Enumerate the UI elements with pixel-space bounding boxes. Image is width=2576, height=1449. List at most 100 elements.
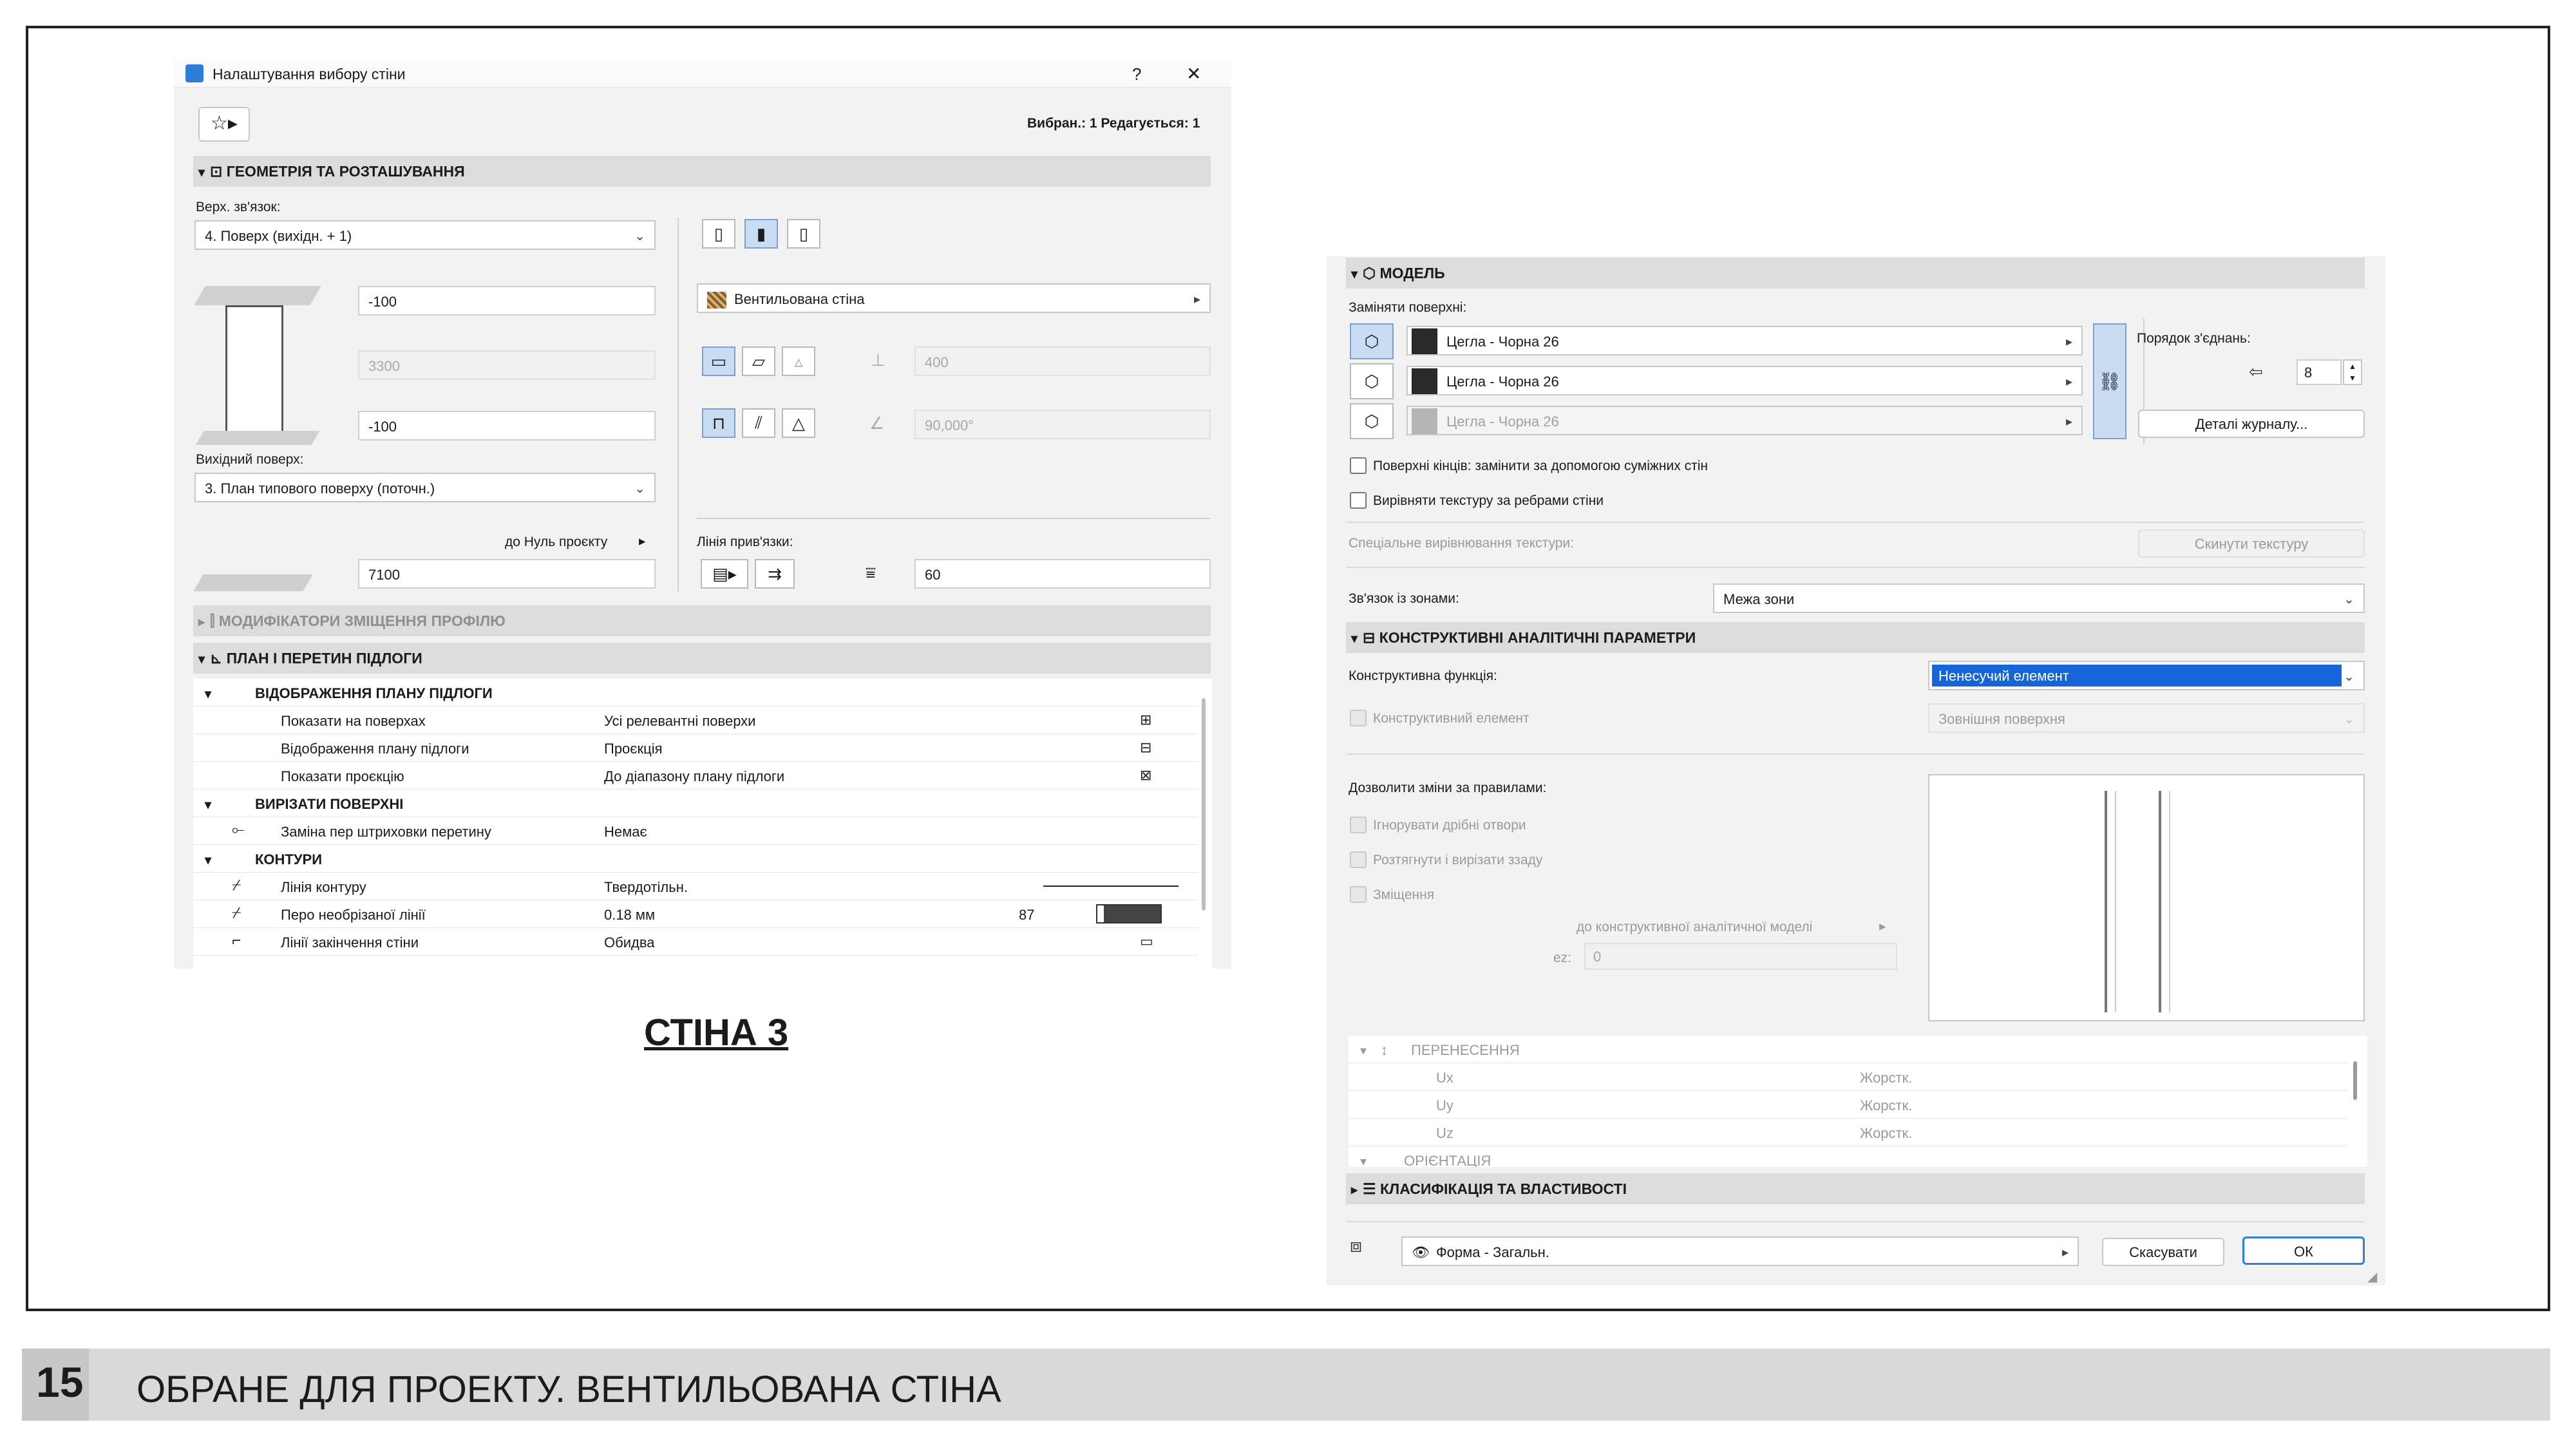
join-order-icon: ⇦: [2249, 362, 2263, 381]
triangle-right-icon: ▸: [2065, 415, 2072, 429]
to-project-zero-label[interactable]: до Нуль проєкту: [505, 535, 607, 550]
wall-vertical-icon[interactable]: ⊓: [702, 408, 735, 438]
structure-select[interactable]: Вентильована стіна ▸: [697, 283, 1211, 313]
table-row[interactable]: Показати проєкцію До діапазону плану під…: [193, 762, 1198, 790]
solid-line-sample: [1043, 886, 1179, 887]
ref-offset-input[interactable]: 60: [914, 559, 1211, 589]
wall-height-input[interactable]: 3300: [358, 350, 656, 380]
surface-inside-icon[interactable]: ⬡: [1350, 403, 1394, 439]
selected-option: Ненесучий елемент: [1932, 665, 2342, 687]
chevron-down-icon: ⌄: [2344, 712, 2354, 726]
offset-checkbox[interactable]: [1350, 886, 1367, 903]
app-icon: [185, 64, 204, 82]
allow-changes-label: Дозволити зміни за правилами:: [1349, 781, 1547, 795]
triangle-right-icon[interactable]: ▸: [639, 533, 646, 549]
structural-element-checkbox[interactable]: [1350, 710, 1367, 726]
wall-slanted-icon[interactable]: ⫽: [742, 408, 775, 438]
join-order-input[interactable]: 8: [2297, 359, 2342, 385]
ignore-openings-checkbox[interactable]: [1350, 817, 1367, 833]
align-texture-label: Вирівняти текстуру за ребрами стіни: [1373, 493, 1604, 508]
divider: [1346, 567, 2365, 568]
ok-button[interactable]: ОК: [2242, 1236, 2365, 1265]
zone-relation-select[interactable]: Межа зони ⌄: [1713, 583, 2365, 613]
help-icon[interactable]: ?: [1132, 64, 1141, 84]
triangle-right-icon: ▸: [2065, 375, 2072, 389]
range-icon: ⊠: [1140, 767, 1152, 783]
floor-plan-icon: ⊾: [210, 650, 227, 667]
geometry-section-header[interactable]: ▾ ⊡ ГЕОМЕТРІЯ ТА РОЗТАШУВАННЯ: [193, 156, 1211, 187]
triangle-right-icon[interactable]: ▸: [1879, 918, 1886, 934]
to-model-label[interactable]: до конструктивної аналітичної моделі: [1577, 920, 1812, 935]
chain-link-icon[interactable]: ⛓: [2093, 323, 2126, 439]
projection-icon: ⊟: [1140, 739, 1152, 755]
home-story-select[interactable]: 3. План типового поверху (поточн.) ⌄: [194, 473, 656, 502]
structural-function-select[interactable]: Ненесучий елемент ⌄: [1928, 661, 2365, 690]
reset-texture-button[interactable]: Скинути текстуру: [2138, 529, 2365, 558]
structural-preview: [1928, 774, 2365, 1021]
cancel-button[interactable]: Скасувати: [2102, 1238, 2224, 1266]
ez-input[interactable]: 0: [1584, 943, 1897, 970]
ref-line-icon[interactable]: ▤▸: [701, 559, 748, 589]
special-alignment-label: Спеціальне вирівнювання текстури:: [1349, 536, 1574, 551]
thickness-icon: ⊥: [871, 350, 886, 370]
wall-height-diagram: [193, 286, 322, 446]
thickness-input[interactable]: 400: [914, 346, 1211, 376]
layer-select[interactable]: 👁 Форма - Загальн. ▸: [1401, 1236, 2079, 1266]
align-texture-checkbox[interactable]: [1350, 492, 1367, 509]
wall-complex-icon[interactable]: ▵: [782, 346, 815, 376]
group-header[interactable]: ▾ ВІДОБРАЖЕННЯ ПЛАНУ ПІДЛОГИ: [193, 679, 1198, 706]
wall-profile-icon[interactable]: ▱: [742, 346, 775, 376]
table-row[interactable]: ⌿ Лінія контуру Твердотільн.: [193, 873, 1198, 900]
table-row[interactable]: Uy Жорстк.: [1349, 1091, 2347, 1119]
group-header[interactable]: ▾ ↕ ПЕРЕНЕСЕННЯ: [1349, 1036, 2347, 1063]
end-surfaces-checkbox[interactable]: [1350, 457, 1367, 474]
structural-section-header[interactable]: ▾ ⊟ КОНСТРУКТИВНІ АНАЛІТИЧНІ ПАРАМЕТРИ: [1346, 622, 2365, 653]
surface-edge-select[interactable]: Цегла - Чорна 26 ▸: [1406, 366, 2083, 395]
surface-outside-select[interactable]: Цегла - Чорна 26 ▸: [1406, 326, 2083, 355]
surface-outside-icon[interactable]: ⬡: [1350, 323, 1394, 359]
wall-straight-icon[interactable]: ▯: [702, 219, 735, 249]
table-row[interactable]: Uz Жорстк.: [1349, 1119, 2347, 1146]
bottom-offset-input[interactable]: -100: [358, 411, 656, 440]
composite-icon: [707, 292, 726, 309]
ref-offset-icon: ⩸: [866, 563, 876, 582]
classification-section-header[interactable]: ▸ ☰ КЛАСИФІКАЦІЯ ТА ВЛАСТИВОСТІ: [1346, 1173, 2365, 1204]
surface-inside-select[interactable]: Цегла - Чорна 26 ▸: [1406, 406, 2083, 435]
home-story-label: Вихідний поверх:: [196, 452, 304, 467]
structural-element-select[interactable]: Зовнішня поверхня ⌄: [1928, 703, 2365, 733]
top-offset-input[interactable]: -100: [358, 286, 656, 316]
model-section-header[interactable]: ▾ ⬡ МОДЕЛЬ: [1346, 258, 2365, 289]
wall-polygonal-icon[interactable]: ▯: [787, 219, 820, 249]
group-header[interactable]: ▾ ВИРІЗАТИ ПОВЕРХНІ: [193, 790, 1198, 817]
table-row[interactable]: ⌐ Лінії закінчення стіни Обидва ▭: [193, 928, 1198, 956]
top-link-select[interactable]: 4. Поверх (вихідн. + 1) ⌄: [194, 220, 656, 250]
profile-modifiers-header[interactable]: ▸ ⫿ МОДИФІКАТОРИ ЗМІЩЕННЯ ПРОФІЛЮ: [193, 605, 1211, 636]
zero-elevation-input[interactable]: 7100: [358, 559, 656, 589]
close-icon[interactable]: ✕: [1186, 63, 1201, 84]
group-header[interactable]: ▾ ОРІЄНТАЦІЯ: [1349, 1146, 2347, 1167]
scrollbar[interactable]: [2353, 1061, 2357, 1100]
table-row[interactable]: Показати на поверхах Усі релевантні пове…: [193, 706, 1198, 734]
table-row[interactable]: Відображення плану підлоги Проєкція ⊟: [193, 734, 1198, 762]
table-row[interactable]: Ux Жорстк.: [1349, 1063, 2347, 1091]
floor-plan-section-header[interactable]: ▾ ⊾ ПЛАН І ПЕРЕТИН ПІДЛОГИ: [193, 643, 1211, 674]
favorites-button[interactable]: ☆▸: [198, 107, 250, 142]
wall-trapezoid-icon[interactable]: ▮: [744, 219, 778, 249]
ref-direction-icon[interactable]: ⇉: [755, 559, 795, 589]
table-row[interactable]: ⌿ Перо необрізаної лінії 0.18 мм 87: [193, 900, 1198, 928]
pen-sample[interactable]: [1096, 904, 1162, 923]
surface-edge-icon[interactable]: ⬡: [1350, 363, 1394, 399]
chevron-down-icon: ⌄: [2344, 670, 2354, 684]
wall-double-slanted-icon[interactable]: △: [782, 408, 815, 438]
scrollbar[interactable]: [1202, 698, 1206, 911]
group-header[interactable]: ▾ КОНТУРИ: [193, 845, 1198, 873]
ez-label: ez:: [1553, 951, 1572, 965]
resize-grip-icon[interactable]: ◢: [2367, 1269, 2377, 1285]
log-details-button[interactable]: Деталі журналу...: [2138, 410, 2365, 438]
table-row[interactable]: ⟜ Заміна пер штриховки перетину Немає: [193, 817, 1198, 845]
wall-composite-icon[interactable]: ▭: [702, 346, 735, 376]
angle-input[interactable]: 90,000°: [914, 410, 1211, 439]
wall-type-icons: ▯ ▮ ▯: [702, 219, 820, 249]
join-order-stepper[interactable]: ▲ ▼: [2343, 359, 2362, 385]
extend-trim-checkbox[interactable]: [1350, 851, 1367, 868]
